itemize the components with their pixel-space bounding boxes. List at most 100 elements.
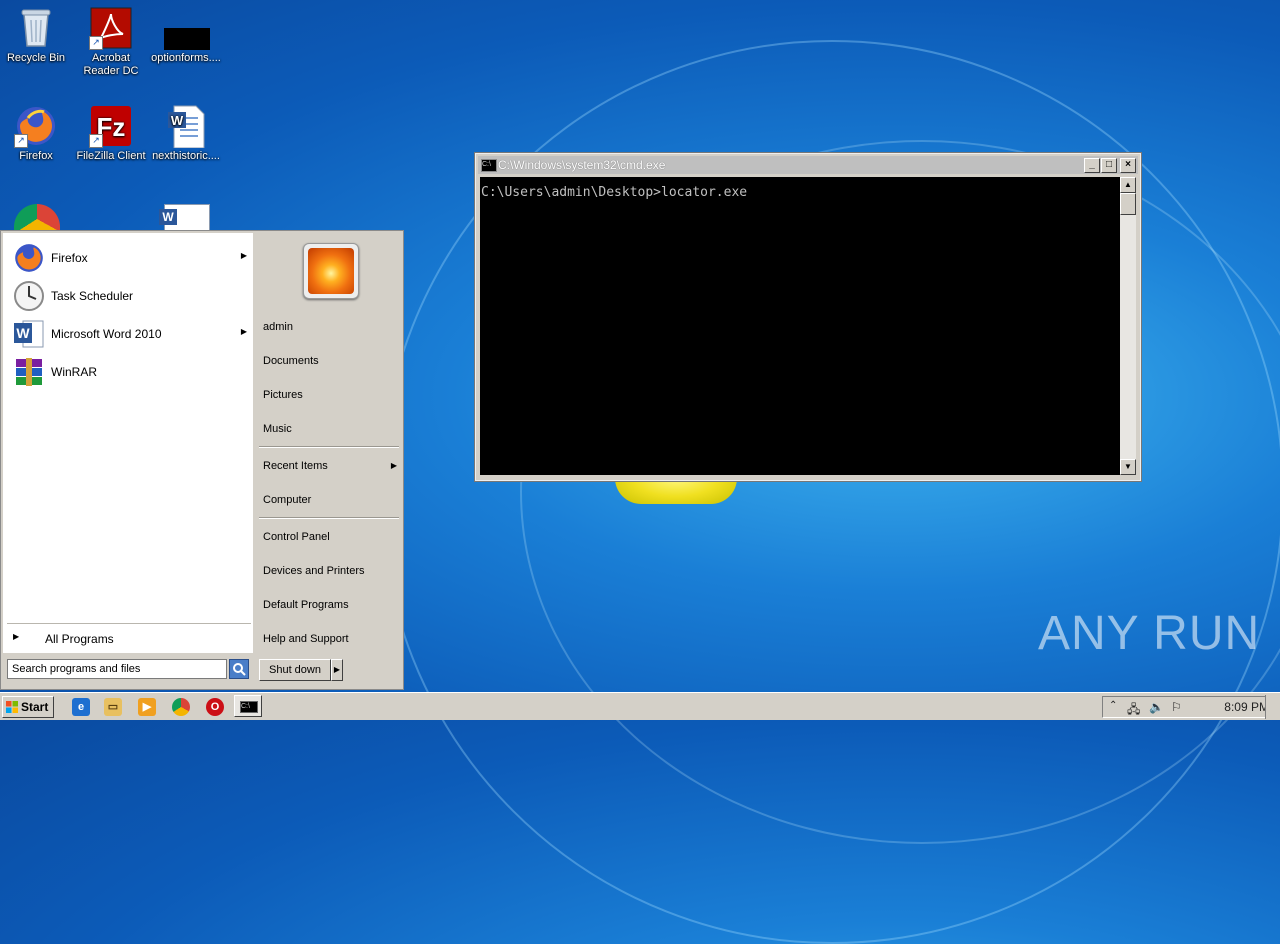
system-tray: ⌃ 🖧 🔈 ⚐ 8:09 PM — [1102, 696, 1276, 718]
menu-item-label: admin — [263, 321, 293, 333]
cmd-titlebar[interactable]: C:\ C:\Windows\system32\cmd.exe _ □ × — [478, 156, 1138, 174]
user-avatar[interactable] — [303, 243, 359, 299]
menu-item-control-panel[interactable]: Control Panel — [263, 531, 401, 551]
program-label: WinRAR — [51, 365, 98, 379]
taskbar-cmd-button[interactable]: C:\ — [234, 695, 262, 717]
divider — [259, 446, 399, 448]
menu-item-label: Computer — [263, 494, 312, 506]
menu-item-label: Control Panel — [263, 531, 330, 543]
submenu-arrow-icon: ▶ — [240, 251, 247, 260]
menu-item-label: Default Programs — [263, 599, 349, 611]
cmd-scrollbar[interactable]: ▲ ▼ — [1120, 177, 1136, 475]
watermark-logo: ANY RUN — [1038, 607, 1261, 660]
start-menu-places: admin Documents Pictures Music Recent It… — [255, 233, 403, 653]
menu-item-devices-printers[interactable]: Devices and Printers — [263, 565, 401, 585]
minimize-button[interactable]: _ — [1084, 158, 1100, 173]
cmd-window[interactable]: C:\ C:\Windows\system32\cmd.exe _ □ × C:… — [474, 152, 1142, 482]
volume-icon[interactable]: 🔈 — [1149, 700, 1164, 714]
desktop-icon-filezilla[interactable]: Fz ↗ FileZilla Client — [75, 104, 147, 163]
cmd-title-text: C:\Windows\system32\cmd.exe — [498, 158, 666, 172]
maximize-button[interactable]: □ — [1101, 158, 1117, 173]
start-button[interactable]: Start — [2, 696, 54, 718]
internet-explorer-icon[interactable]: e — [72, 698, 90, 716]
cmd-console[interactable]: C:\Users\admin\Desktop>locator.exe — [480, 177, 1120, 475]
winrar-icon — [13, 356, 45, 388]
shortcut-arrow-icon: ↗ — [14, 134, 28, 148]
menu-item-label: Help and Support — [263, 633, 349, 645]
start-menu: Firefox ▶ Task Scheduler W Microsoft Wor… — [0, 230, 404, 690]
clock-icon — [13, 280, 45, 312]
desktop-icon-label: Recycle Bin — [6, 52, 66, 64]
close-button[interactable]: × — [1120, 158, 1136, 173]
program-label: Firefox — [51, 251, 88, 265]
desktop-icon-optionforms[interactable]: optionforms.... — [150, 6, 222, 65]
svg-text:W: W — [16, 325, 30, 341]
desktop-icon-recycle-bin[interactable]: Recycle Bin — [0, 6, 72, 65]
triangle-right-icon: ▶ — [13, 632, 20, 641]
firefox-icon: ↗ — [14, 104, 58, 148]
flower-picture-icon — [308, 248, 354, 294]
submenu-arrow-icon: ▶ — [240, 327, 247, 336]
firefox-icon — [13, 242, 45, 274]
media-player-icon[interactable]: ▶ — [138, 698, 156, 716]
word-doc-icon: W — [164, 104, 208, 149]
clock[interactable]: 8:09 PM — [1224, 700, 1269, 714]
all-programs-button[interactable]: ▶ All Programs — [9, 629, 249, 649]
divider — [259, 517, 399, 519]
scroll-down-icon[interactable]: ▼ — [1120, 459, 1136, 475]
start-label: Start — [21, 700, 49, 714]
program-label: Microsoft Word 2010 — [51, 327, 162, 341]
network-icon[interactable]: 🖧 — [1127, 700, 1140, 721]
desktop-icon-firefox[interactable]: ↗ Firefox — [0, 104, 72, 163]
opera-icon[interactable]: O — [206, 698, 224, 716]
menu-item-label: Devices and Printers — [263, 565, 365, 577]
show-desktop-button[interactable] — [1265, 695, 1280, 719]
submenu-arrow-icon: ▶ — [390, 461, 397, 470]
action-center-flag-icon[interactable]: ⚐ — [1171, 700, 1182, 714]
all-programs-label: All Programs — [45, 632, 114, 646]
desktop-icon-label: Acrobat Reader DC — [83, 52, 139, 77]
menu-item-computer[interactable]: Computer — [263, 494, 401, 514]
shortcut-arrow-icon: ↗ — [89, 36, 103, 50]
menu-item-admin[interactable]: admin — [263, 321, 401, 341]
program-firefox[interactable]: Firefox ▶ — [11, 241, 251, 275]
desktop-icon-acrobat[interactable]: ↗ Acrobat Reader DC — [75, 6, 147, 78]
file-icon — [164, 6, 210, 50]
menu-item-documents[interactable]: Documents — [263, 355, 401, 375]
search-button[interactable] — [229, 659, 249, 679]
windows-flag-icon — [6, 701, 18, 713]
taskbar: Start e ▭ ▶ O C:\ ⌃ 🖧 🔈 ⚐ 8:09 PM — [0, 692, 1280, 720]
menu-item-help-support[interactable]: Help and Support — [263, 633, 401, 653]
menu-item-music[interactable]: Music — [263, 423, 401, 443]
menu-item-label: Recent Items — [263, 460, 328, 472]
program-winrar[interactable]: WinRAR — [11, 355, 251, 389]
acrobat-icon: ↗ — [89, 6, 133, 50]
start-menu-programs: Firefox ▶ Task Scheduler W Microsoft Wor… — [3, 233, 253, 653]
desktop-icon-nexthistoric[interactable]: W nexthistoric.... — [150, 104, 222, 163]
cmd-icon: C:\ — [481, 159, 497, 172]
scroll-up-icon[interactable]: ▲ — [1120, 177, 1136, 193]
menu-item-pictures[interactable]: Pictures — [263, 389, 401, 409]
desktop-icon-label: Firefox — [19, 150, 53, 162]
menu-item-default-programs[interactable]: Default Programs — [263, 599, 401, 619]
desktop-icon-label: nexthistoric.... — [152, 150, 220, 162]
shutdown-options-button[interactable]: ▶ — [331, 659, 343, 681]
folder-icon[interactable]: ▭ — [104, 698, 122, 716]
program-word[interactable]: W Microsoft Word 2010 ▶ — [11, 317, 251, 351]
cmd-icon: C:\ — [240, 701, 258, 713]
word-icon: W — [13, 318, 45, 350]
program-task-scheduler[interactable]: Task Scheduler — [11, 279, 251, 313]
filezilla-icon: Fz ↗ — [89, 104, 133, 148]
scroll-thumb[interactable] — [1120, 193, 1136, 215]
svg-text:W: W — [171, 113, 184, 128]
menu-item-recent-items[interactable]: Recent Items ▶ — [263, 460, 401, 480]
search-input[interactable]: Search programs and files — [7, 659, 227, 679]
menu-item-label: Music — [263, 423, 292, 435]
menu-item-label: Pictures — [263, 389, 303, 401]
menu-item-label: Documents — [263, 355, 319, 367]
program-label: Task Scheduler — [51, 289, 134, 303]
shortcut-arrow-icon: ↗ — [89, 134, 103, 148]
chrome-icon[interactable] — [172, 698, 190, 716]
shutdown-button[interactable]: Shut down — [259, 659, 331, 681]
show-hidden-icons-icon[interactable]: ⌃ — [1109, 700, 1117, 711]
